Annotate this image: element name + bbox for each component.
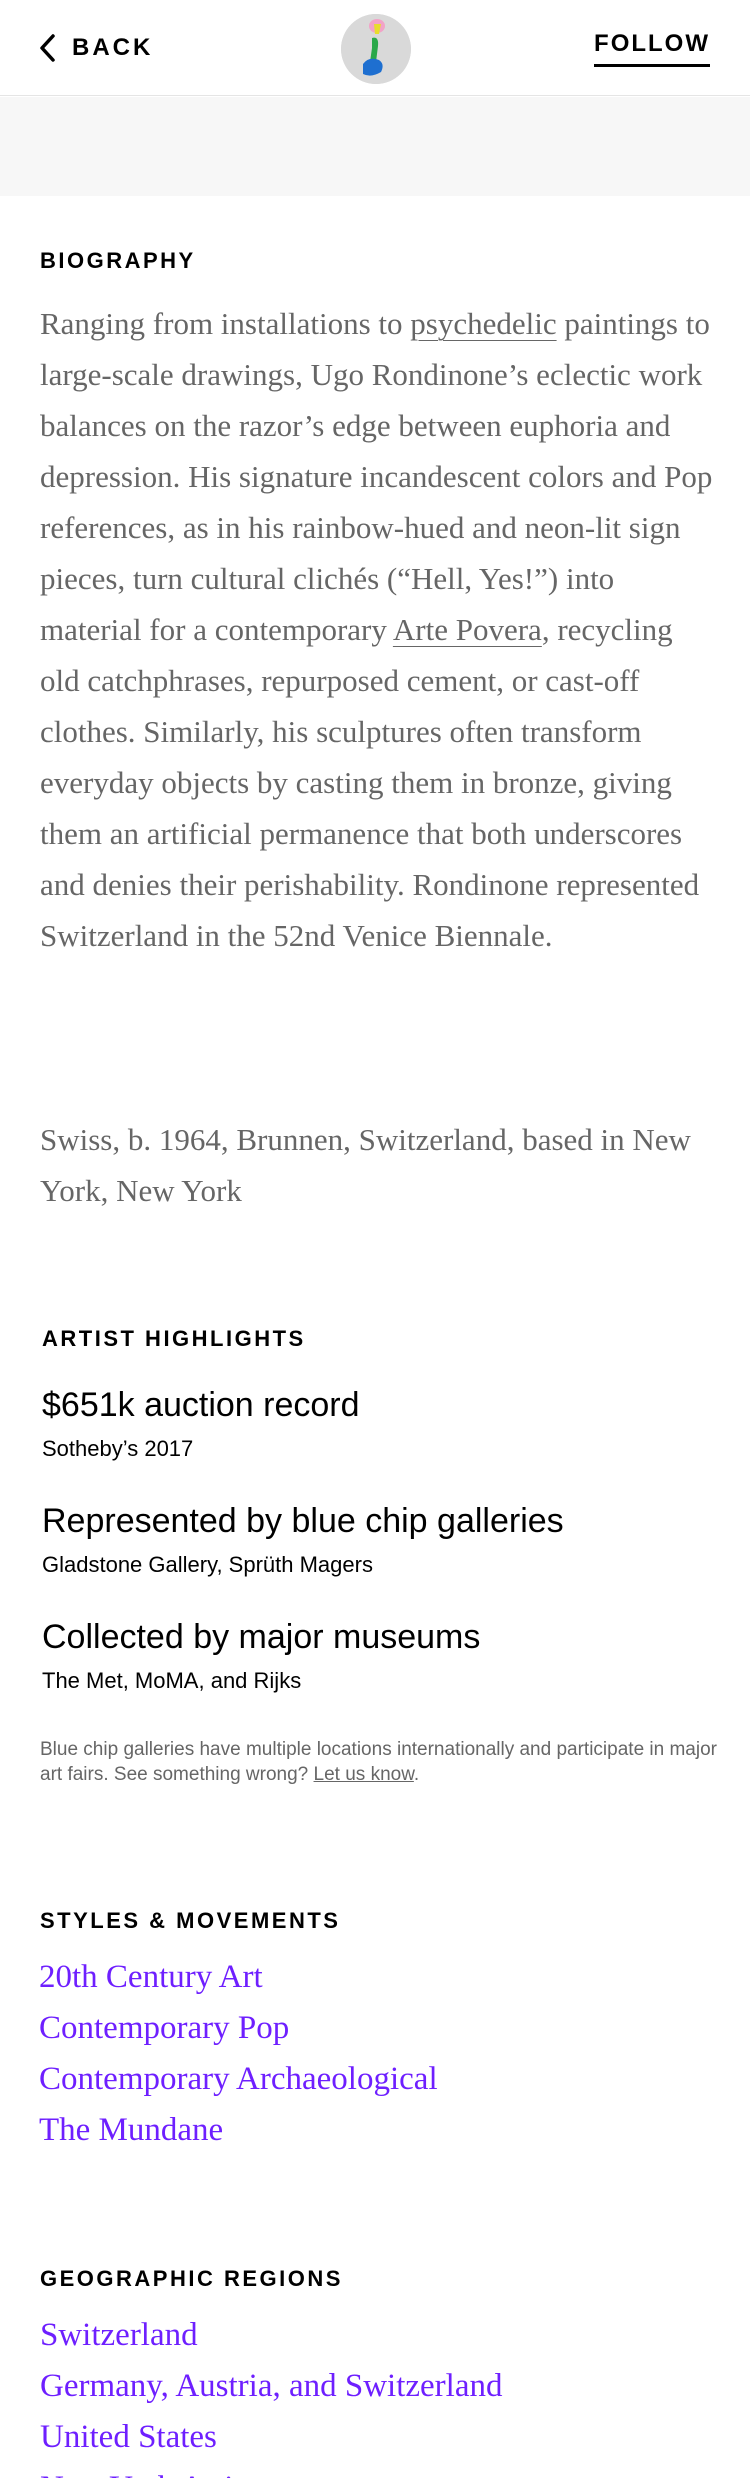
highlight-galleries-sub: Gladstone Gallery, Sprüth Magers — [42, 1552, 373, 1577]
highlight-galleries-heading: Represented by blue chip galleries — [42, 1502, 564, 1540]
geographic-regions-list: Switzerland Germany, Austria, and Switze… — [40, 2310, 502, 2478]
back-label: BACK — [72, 34, 154, 61]
sculpture-thumbnail-icon — [341, 14, 411, 84]
style-link[interactable]: Contemporary Pop — [39, 2003, 438, 2054]
chevron-left-icon — [40, 34, 55, 62]
highlight-auction-heading: $651k auction record — [42, 1386, 360, 1424]
biography-text-start: Ranging from installations to — [40, 306, 411, 341]
header-banner — [0, 97, 750, 196]
geographic-regions-title: GEOGRAPHIC REGIONS — [40, 2266, 343, 2291]
highlight-museums-heading: Collected by major museums — [42, 1618, 481, 1656]
style-link[interactable]: 20th Century Art — [39, 1952, 438, 2003]
region-link[interactable]: United States — [40, 2412, 502, 2463]
arte-povera-link[interactable]: Arte Povera — [393, 612, 542, 647]
region-link[interactable]: Germany, Austria, and Switzerland — [40, 2361, 502, 2412]
disclaimer-end: . — [413, 1764, 420, 1785]
styles-movements-list: 20th Century Art Contemporary Pop Contem… — [39, 1952, 438, 2156]
let-us-know-link[interactable]: Let us know — [314, 1764, 414, 1785]
biography-title: BIOGRAPHY — [40, 248, 196, 273]
style-link[interactable]: The Mundane — [39, 2105, 438, 2156]
follow-button[interactable]: FOLLOW — [594, 30, 710, 67]
artist-nationality-meta: Swiss, b. 1964, Brunnen, Switzerland, ba… — [40, 1122, 691, 1208]
styles-movements-title: STYLES & MOVEMENTS — [40, 1908, 341, 1933]
highlight-auction-sub: Sotheby’s 2017 — [42, 1436, 194, 1461]
artist-avatar[interactable] — [341, 14, 411, 84]
region-link[interactable]: Switzerland — [40, 2310, 502, 2361]
psychedelic-link[interactable]: psychedelic — [410, 306, 556, 341]
biography-text-end: , recycling old catchphrases, repurposed… — [40, 612, 700, 953]
top-nav-bar: BACK FOLLOW — [0, 0, 750, 96]
region-link[interactable]: New York Artists — [40, 2463, 502, 2478]
highlight-museums-sub: The Met, MoMA, and Rijks — [42, 1668, 302, 1693]
style-link[interactable]: Contemporary Archaeological — [39, 2054, 438, 2105]
artist-highlights-title: ARTIST HIGHLIGHTS — [42, 1326, 306, 1351]
biography-text-middle: paintings to large-scale drawings, Ugo R… — [40, 306, 713, 647]
highlights-disclaimer: Blue chip galleries have multiple locati… — [40, 1737, 720, 1787]
biography-text: Ranging from installations to psychedeli… — [40, 298, 720, 961]
back-button[interactable]: BACK — [38, 30, 153, 66]
